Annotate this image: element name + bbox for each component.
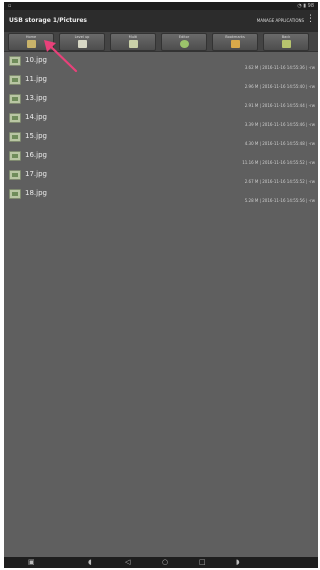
system-nav-bar: ▣ ◖ ◁ ○ □ ◗ bbox=[4, 557, 318, 568]
editor-icon bbox=[179, 40, 189, 48]
image-file-icon bbox=[9, 94, 21, 104]
back-nav-icon[interactable]: ◁ bbox=[125, 558, 130, 567]
image-file-icon bbox=[9, 151, 21, 161]
file-name: 16.jpg bbox=[25, 151, 47, 159]
file-details: 3.39 M | 2016-11-16 14:55:46 | -rw bbox=[244, 122, 315, 127]
multi-button[interactable]: Multi bbox=[110, 33, 156, 51]
file-name: 15.jpg bbox=[25, 132, 47, 140]
list-item[interactable]: 17.jpg 2.67 M | 2016-11-16 14:55:52 | -r… bbox=[4, 167, 318, 186]
file-name: 13.jpg bbox=[25, 94, 47, 102]
home-button[interactable]: Home bbox=[8, 33, 54, 51]
current-path: USB storage 1/Pictures bbox=[9, 17, 87, 24]
multi-icon bbox=[128, 40, 138, 48]
list-item[interactable]: 15.jpg 4.30 M | 2016-11-16 14:55:48 | -r… bbox=[4, 129, 318, 148]
bookmarks-button-label: Bookmarks bbox=[225, 35, 245, 39]
back-icon bbox=[281, 40, 291, 48]
file-name: 17.jpg bbox=[25, 170, 47, 178]
file-details: 4.30 M | 2016-11-16 14:55:48 | -rw bbox=[244, 141, 315, 146]
home-nav-icon[interactable]: ○ bbox=[162, 558, 168, 567]
list-item[interactable]: 18.jpg 5.28 M | 2016-11-16 14:55:56 | -r… bbox=[4, 186, 318, 205]
image-file-icon bbox=[9, 132, 21, 142]
level-up-button[interactable]: Level up bbox=[59, 33, 105, 51]
file-name: 18.jpg bbox=[25, 189, 47, 197]
volume-down-icon[interactable]: ◖ bbox=[88, 558, 92, 567]
image-file-icon bbox=[9, 170, 21, 180]
toolbar: Home Level up Multi Editor Bookmarks Bac… bbox=[4, 32, 318, 52]
overflow-menu-icon[interactable]: ⋮ bbox=[306, 15, 315, 24]
image-file-icon bbox=[9, 113, 21, 123]
file-name: 10.jpg bbox=[25, 56, 47, 64]
level-up-button-label: Level up bbox=[74, 35, 90, 39]
recents-nav-icon[interactable]: □ bbox=[199, 558, 206, 567]
home-button-label: Home bbox=[25, 35, 37, 39]
list-item[interactable]: 13.jpg 2.91 M | 2016-11-16 14:55:44 | -r… bbox=[4, 91, 318, 110]
screen: ▫ ◔ ▮ 98 USB storage 1/Pictures MANAGE A… bbox=[4, 2, 318, 568]
list-item[interactable]: 11.jpg 2.96 M | 2016-11-16 14:55:40 | -r… bbox=[4, 72, 318, 91]
file-details: 11.16 M | 2016-11-16 14:55:52 | -rw bbox=[242, 160, 315, 165]
file-details: 2.91 M | 2016-11-16 14:55:44 | -rw bbox=[244, 103, 315, 108]
file-list: 10.jpg 3.62 M | 2016-11-16 14:55:36 | -r… bbox=[4, 53, 318, 205]
file-name: 11.jpg bbox=[25, 75, 47, 83]
multi-button-label: Multi bbox=[128, 35, 138, 39]
status-left-icon: ▫ bbox=[8, 3, 12, 9]
image-file-icon bbox=[9, 189, 21, 199]
image-file-icon bbox=[9, 56, 21, 66]
editor-button-label: Editor bbox=[178, 35, 190, 39]
bookmark-icon bbox=[230, 40, 240, 48]
file-details: 5.28 M | 2016-11-16 14:55:56 | -rw bbox=[244, 198, 315, 203]
list-item[interactable]: 14.jpg 3.39 M | 2016-11-16 14:55:46 | -r… bbox=[4, 110, 318, 129]
back-button-label: Back bbox=[281, 35, 291, 39]
folder-icon bbox=[26, 40, 36, 48]
screenshot-icon[interactable]: ▣ bbox=[28, 558, 35, 567]
app-bar: USB storage 1/Pictures MANAGE APPLICATIO… bbox=[4, 10, 318, 32]
editor-button[interactable]: Editor bbox=[161, 33, 207, 51]
volume-up-icon[interactable]: ◗ bbox=[236, 558, 240, 567]
bookmarks-button[interactable]: Bookmarks bbox=[212, 33, 258, 51]
level-up-icon bbox=[77, 40, 87, 48]
list-item[interactable]: 10.jpg 3.62 M | 2016-11-16 14:55:36 | -r… bbox=[4, 53, 318, 72]
image-file-icon bbox=[9, 75, 21, 85]
file-details: 2.67 M | 2016-11-16 14:55:52 | -rw bbox=[244, 179, 315, 184]
file-name: 14.jpg bbox=[25, 113, 47, 121]
status-right-text: ◔ ▮ 98 bbox=[297, 3, 314, 9]
list-item[interactable]: 16.jpg 11.16 M | 2016-11-16 14:55:52 | -… bbox=[4, 148, 318, 167]
status-bar: ▫ ◔ ▮ 98 bbox=[4, 2, 318, 10]
file-details: 2.96 M | 2016-11-16 14:55:40 | -rw bbox=[244, 84, 315, 89]
back-button[interactable]: Back bbox=[263, 33, 309, 51]
manage-applications-button[interactable]: MANAGE APPLICATIONS bbox=[257, 18, 304, 23]
file-details: 3.62 M | 2016-11-16 14:55:36 | -rw bbox=[244, 65, 315, 70]
